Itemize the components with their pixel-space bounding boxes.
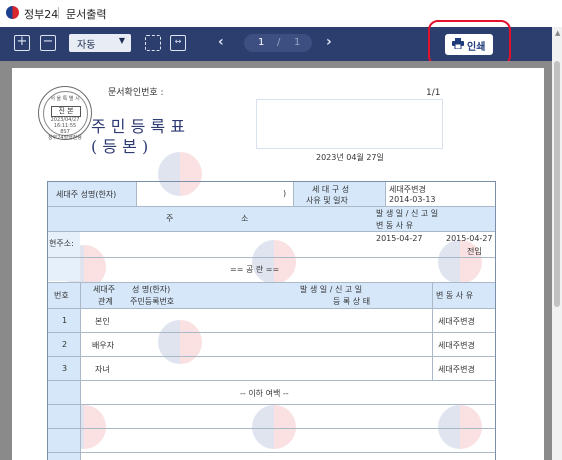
- scrollbar[interactable]: ▲: [552, 27, 562, 460]
- document-subtitle: ( 등 본 ): [91, 137, 149, 156]
- household-head-label: 세대주 성명(한자): [56, 190, 117, 199]
- page-indicator[interactable]: 1 / 1: [244, 34, 312, 52]
- page-total: 1: [294, 37, 301, 48]
- members-col-relation-1: 세대주: [93, 285, 116, 294]
- gov24-logo-icon: [6, 6, 19, 19]
- title-separator: [58, 7, 59, 19]
- issue-date: 2023년 04월 27일: [316, 153, 384, 162]
- address-reason: 전입: [467, 247, 482, 256]
- address-date-1: 2015-04-27: [376, 234, 423, 243]
- chevron-right-icon[interactable]: ›: [326, 34, 332, 50]
- stamp-box: [256, 99, 443, 149]
- zoom-in-icon[interactable]: +: [14, 35, 30, 51]
- members-col-no: 번호: [54, 291, 69, 300]
- end-note: -- 이하 여백 --: [240, 389, 289, 398]
- seal-center: 진 본: [51, 106, 81, 117]
- member-row-relation: 배우자: [92, 341, 115, 350]
- member-row-reason: 세대주변경: [438, 365, 475, 374]
- members-col-dates-1: 발 생 일 / 신 고 일: [300, 285, 363, 294]
- app-name: 정부24: [24, 8, 59, 21]
- print-highlight-annotation: [428, 20, 511, 66]
- page-separator: /: [277, 37, 281, 48]
- member-row-reason: 세대주변경: [438, 341, 475, 350]
- members-col-name-2: 주민등록번호: [130, 297, 175, 306]
- household-reason-value: 세대주변경: [389, 185, 426, 194]
- address-date-2: 2015-04-27: [446, 234, 493, 243]
- household-reason-label-1: 세 대 구 성: [312, 185, 350, 194]
- member-row-reason: 세대주변경: [438, 317, 475, 326]
- zoom-select[interactable]: 자동 ▼: [69, 34, 131, 52]
- address-header-right-1: 발 생 일 / 신 고 일: [376, 209, 439, 218]
- household-reason-date: 2014-03-13: [389, 195, 436, 204]
- blank-note: == 공 란 ==: [230, 265, 280, 274]
- member-row-no: 1: [62, 316, 68, 325]
- address-header-col1: 주: [166, 214, 174, 223]
- page-mark: 1/1: [426, 88, 441, 98]
- scroll-thumb[interactable]: [554, 61, 560, 307]
- members-col-relation-2: 관계: [98, 297, 113, 306]
- member-row-relation: 본인: [95, 317, 110, 326]
- scroll-up-icon[interactable]: ▲: [555, 29, 560, 37]
- chevron-left-icon[interactable]: ‹: [218, 34, 224, 50]
- household-paren: ): [283, 189, 287, 198]
- zoom-value: 자동: [77, 40, 96, 51]
- members-col-name-1: 성 명(한자): [132, 285, 171, 294]
- members-col-dates-2: 등 록 상 태: [333, 297, 371, 306]
- member-row-no: 2: [62, 340, 68, 349]
- address-header-col2: 소: [241, 214, 249, 223]
- fit-width-icon[interactable]: ↔: [170, 35, 186, 51]
- current-address-label: 현주소:: [49, 239, 74, 248]
- seal-city: 서 울 특 별 시: [50, 96, 80, 102]
- zoom-out-icon[interactable]: −: [40, 35, 56, 51]
- member-row-relation: 자녀: [95, 365, 110, 374]
- chevron-down-icon: ▼: [118, 36, 125, 45]
- confirm-number-label: 문서확인번호 :: [108, 88, 164, 98]
- page-current: 1: [258, 37, 265, 48]
- fit-page-icon[interactable]: [145, 35, 161, 51]
- members-col-reason: 변 동 사 유: [436, 291, 474, 300]
- address-header-right-2: 변 동 사 유: [376, 221, 414, 230]
- member-row-no: 3: [62, 364, 68, 373]
- seal-bottom: 정부24발행전용: [48, 135, 82, 141]
- household-reason-label-2: 사유 및 일자: [306, 196, 348, 205]
- window-title: 문서출력: [66, 8, 107, 21]
- official-seal: 서 울 특 별 시 진 본 2023/04/27 16:11:55 8S7 정부…: [38, 86, 92, 141]
